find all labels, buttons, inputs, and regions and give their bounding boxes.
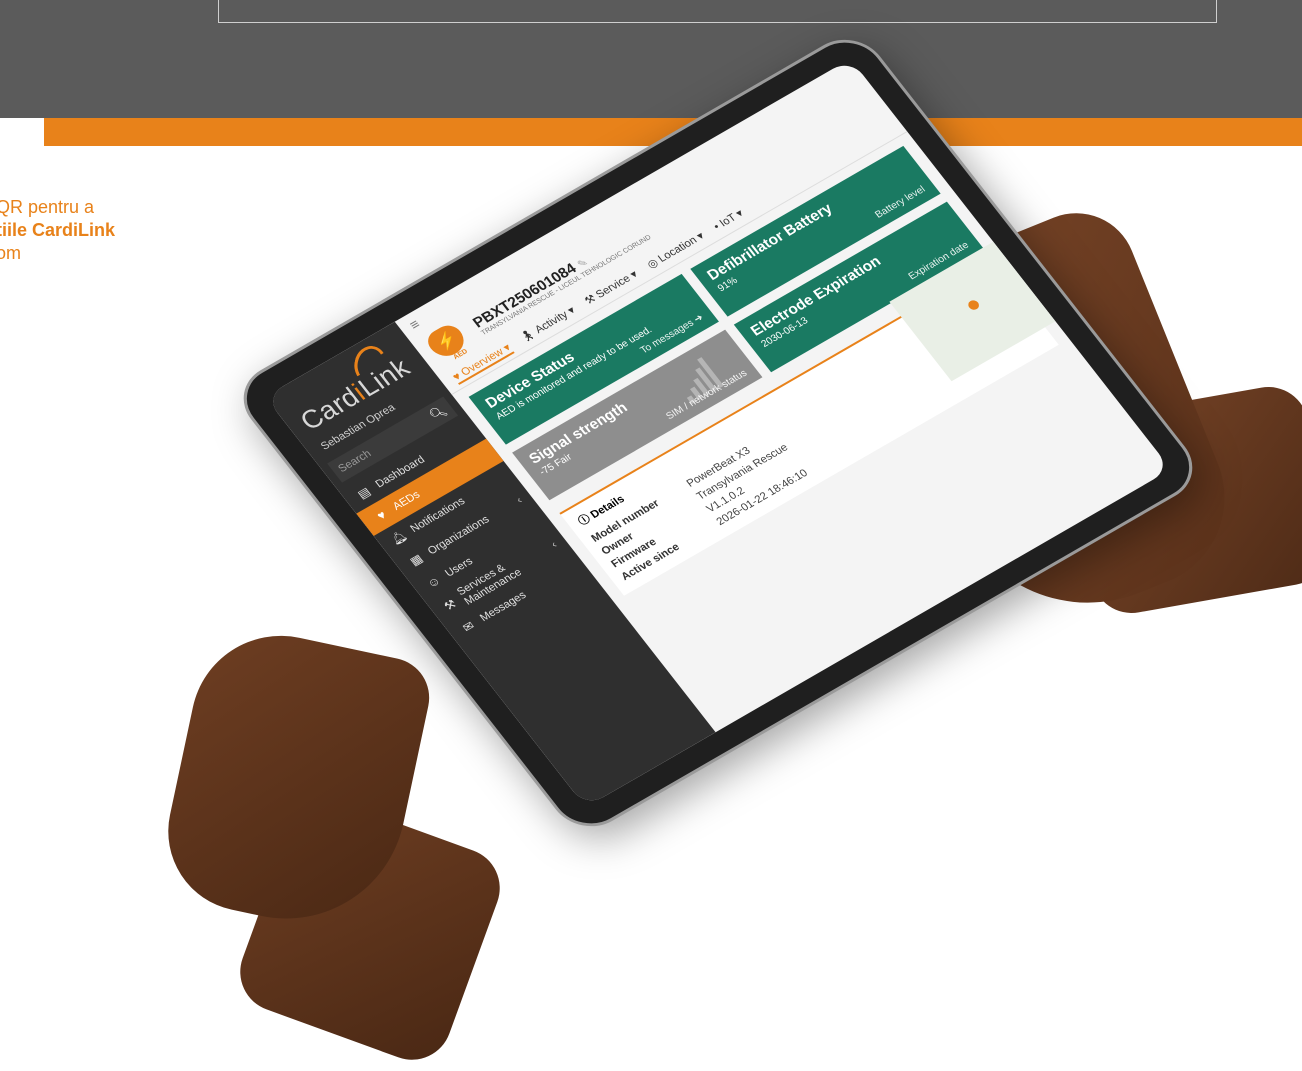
user-icon: ☺	[423, 573, 444, 591]
tools-icon: ⚒	[441, 596, 460, 614]
map-pin-icon[interactable]	[966, 298, 982, 312]
bell-icon: 🔔︎	[387, 528, 410, 547]
mail-icon: ✉	[459, 618, 478, 635]
arrow-right-icon: ➜	[691, 312, 706, 326]
heart-icon: ♥	[373, 507, 389, 523]
promo-line-1: QR pentru a	[0, 197, 95, 217]
tab-label: IoT	[717, 211, 739, 230]
person-icon: 🚶︎	[518, 327, 538, 345]
header-band	[0, 0, 1302, 118]
chart-icon: ▤	[354, 484, 374, 502]
building-icon: ▦	[406, 551, 426, 569]
promo-line-3: om	[0, 243, 22, 263]
menu-icon[interactable]: ≡	[406, 316, 423, 333]
promo-line-2: tiile CardiLink	[0, 220, 116, 240]
chevron-left-icon: ‹	[514, 494, 525, 506]
header-frame	[218, 0, 1217, 23]
promo-text: QR pentru a tiile CardiLink om	[0, 196, 115, 265]
